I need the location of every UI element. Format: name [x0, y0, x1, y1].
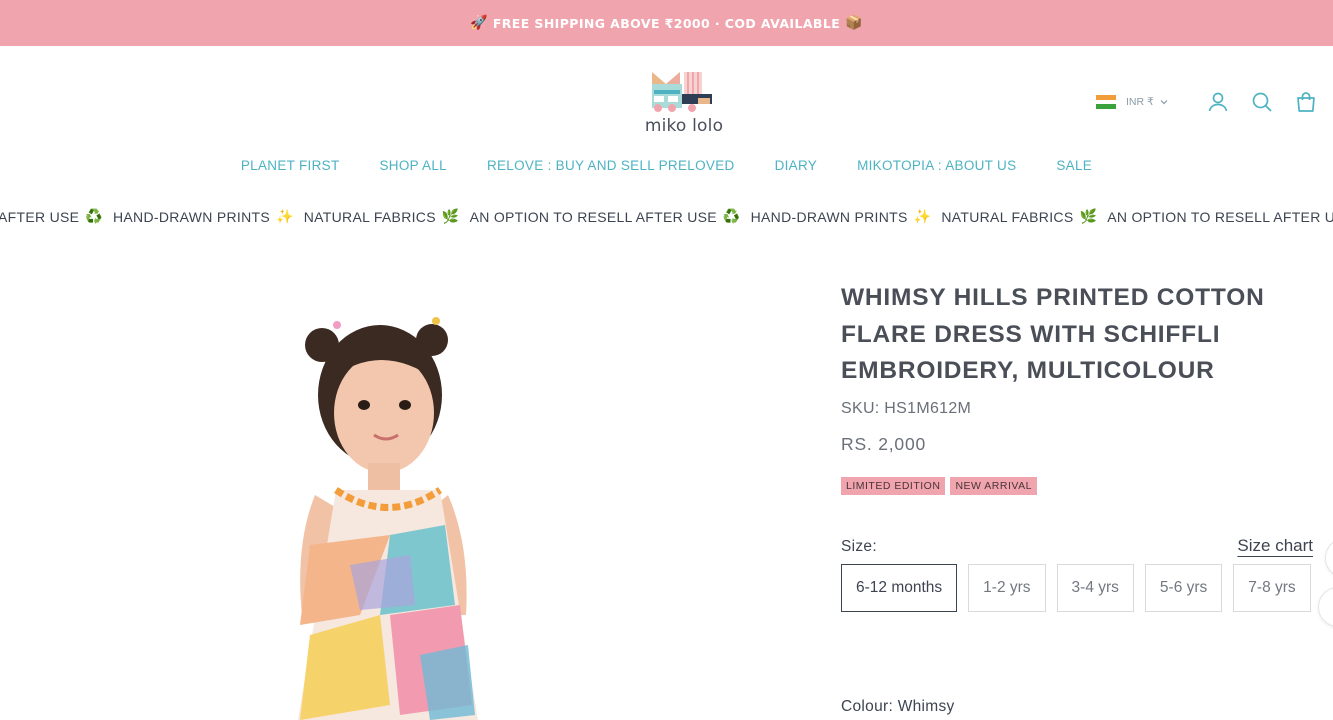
size-option[interactable]: 6-12 months [841, 564, 958, 612]
nav-sale[interactable]: SALE [1056, 158, 1092, 173]
main-nav: PLANET FIRST SHOP ALL RELOVE : BUY AND S… [0, 158, 1333, 173]
marquee-item: HAND-DRAWN PRINTS ✨ [750, 208, 932, 225]
product-title: WHIMSY HILLS PRINTED COTTON FLARE DRESS … [841, 284, 1265, 384]
marquee-item: AFTER USE ♻️ [0, 208, 103, 225]
size-option[interactable]: 1-2 yrs [968, 564, 1046, 612]
leaf-icon: 🌿 [1079, 208, 1098, 224]
colour-row: Colour: Whimsy [841, 698, 955, 716]
size-label: Size: [841, 538, 877, 555]
marquee-item: AN OPTION TO RESELL AFTER USE♻️ [1107, 208, 1333, 225]
badge-limited-edition: LIMITED EDITION [841, 476, 946, 495]
logo-truck-icon [652, 72, 712, 112]
rocket-icon: 🚀 [469, 15, 488, 31]
currency-label: INR ₹ [1126, 96, 1154, 108]
marquee-item: HAND-DRAWN PRINTS ✨ [113, 208, 294, 225]
logo-text: miko lolo [644, 116, 724, 136]
sparkles-icon: ✨ [276, 208, 294, 224]
size-header: Size: Size chart [841, 536, 1313, 556]
chevron-down-icon [1160, 100, 1168, 105]
india-flag-icon [1096, 95, 1116, 109]
badge-new-arrival: NEW ARRIVAL [950, 476, 1037, 495]
marquee-item: NATURAL FABRICS 🌿 [941, 208, 1098, 225]
product-price: RS. 2,000 [841, 433, 927, 454]
nav-mikotopia[interactable]: MIKOTOPIA : ABOUT US [857, 158, 1016, 173]
product-sku: SKU: HS1M612M [841, 399, 972, 417]
marquee-item: NATURAL FABRICS 🌿 [303, 208, 460, 225]
size-option[interactable]: 7-8 yrs [1233, 564, 1311, 612]
colour-label: Colour: [841, 698, 894, 715]
nav-planet-first[interactable]: PLANET FIRST [241, 158, 340, 173]
search-icon[interactable] [1250, 90, 1274, 114]
site-header: miko lolo INR ₹ [0, 46, 1333, 156]
badge-group: LIMITED EDITION NEW ARRIVAL [841, 476, 1271, 495]
leaf-icon: 🌿 [441, 208, 460, 224]
size-option[interactable]: 5-6 yrs [1144, 564, 1223, 612]
recycle-icon: ♻️ [85, 208, 103, 224]
nav-relove[interactable]: RELOVE : BUY AND SELL PRELOVED [487, 158, 735, 173]
size-option[interactable]: 3-4 yrs [1056, 564, 1134, 612]
marquee-item: AN OPTION TO RESELL AFTER USE♻️ [469, 208, 741, 225]
recycle-icon: ♻️ [722, 208, 741, 224]
currency-selector[interactable]: INR ₹ [1096, 92, 1169, 112]
product-info: WHIMSY HILLS PRINTED COTTON FLARE DRESS … [841, 280, 1313, 715]
floating-action-button[interactable] [1325, 538, 1333, 578]
usp-marquee: AFTER USE ♻️ HAND-DRAWN PRINTS ✨ NATURAL F… [0, 207, 1333, 229]
product-image[interactable] [240, 285, 560, 720]
colour-value: Whimsy [897, 698, 955, 715]
nav-shop-all[interactable]: SHOP ALL [380, 158, 447, 173]
nav-diary[interactable]: DIARY [775, 158, 818, 173]
size-options: 6-12 months 1-2 yrs 3-4 yrs 5-6 yrs 7-8 … [841, 564, 1321, 612]
size-chart-link[interactable]: Size chart [1237, 536, 1313, 556]
announcement-bar: 🚀 FREE SHIPPING ABOVE ₹2000 · COD AVAILA… [0, 0, 1333, 46]
sparkles-icon: ✨ [913, 208, 932, 224]
brand-logo[interactable]: miko lolo [636, 70, 732, 138]
announcement-text: FREE SHIPPING ABOVE ₹2000 · COD AVAILABL… [492, 15, 841, 31]
account-icon[interactable] [1206, 90, 1230, 114]
package-icon: 📦 [845, 15, 863, 31]
cart-icon[interactable] [1294, 90, 1318, 114]
